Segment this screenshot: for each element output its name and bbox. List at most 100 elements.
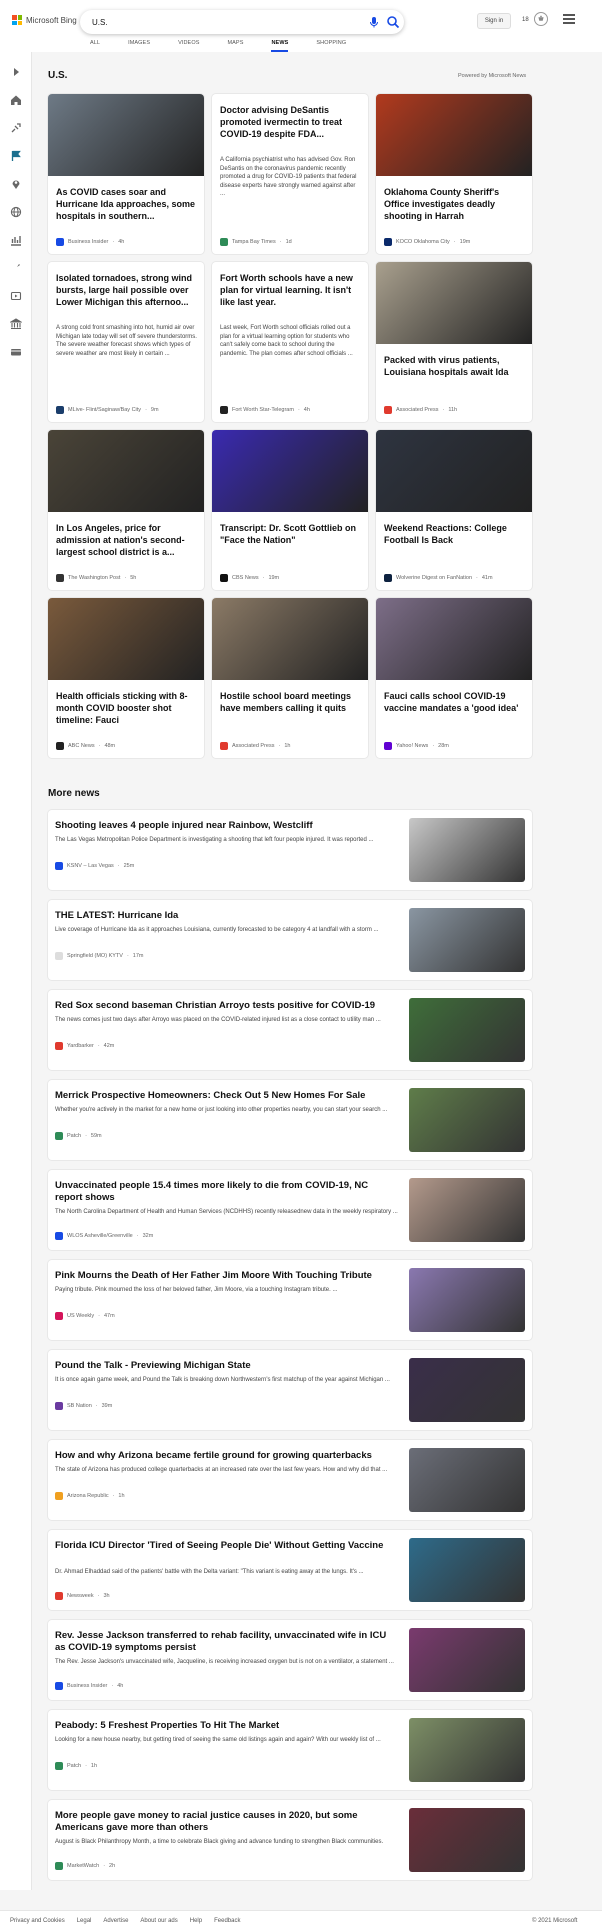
source-name[interactable]: SB Nation <box>67 1403 92 1409</box>
tab-news[interactable]: NEWS <box>271 40 289 52</box>
card-title[interactable]: Doctor advising DeSantis promoted iverme… <box>220 104 360 140</box>
sign-in-button[interactable]: Sign in <box>477 13 511 29</box>
more-news-thumbnail[interactable] <box>409 1628 525 1692</box>
source-name[interactable]: Patch <box>67 1133 81 1139</box>
politics-icon[interactable] <box>10 318 22 330</box>
tab-shopping[interactable]: SHOPPING <box>316 40 346 52</box>
more-news-item[interactable]: Pink Mourns the Death of Her Father Jim … <box>48 1260 532 1340</box>
news-card[interactable]: Fauci calls school COVID-19 vaccine mand… <box>376 598 532 758</box>
source-name[interactable]: MarketWatch <box>67 1863 99 1869</box>
more-news-item[interactable]: Peabody: 5 Freshest Properties To Hit Th… <box>48 1710 532 1790</box>
news-card[interactable]: Doctor advising DeSantis promoted iverme… <box>212 94 368 254</box>
source-name[interactable]: KOCO Oklahoma City <box>396 239 450 245</box>
more-news-thumbnail[interactable] <box>409 1808 525 1872</box>
more-news-title-text[interactable]: Pink Mourns the Death of Her Father Jim … <box>55 1270 395 1282</box>
tab-maps[interactable]: MAPS <box>227 40 243 52</box>
card-title[interactable]: Packed with virus patients, Louisiana ho… <box>384 354 524 378</box>
card-title[interactable]: Isolated tornadoes, strong wind bursts, … <box>56 272 196 308</box>
more-news-thumbnail[interactable] <box>409 1268 525 1332</box>
more-news-title-text[interactable]: Pound the Talk - Previewing Michigan Sta… <box>55 1360 395 1372</box>
more-news-item[interactable]: Red Sox second baseman Christian Arroyo … <box>48 990 532 1070</box>
source-name[interactable]: WLOS Asheville/Greenville <box>67 1233 133 1239</box>
more-news-thumbnail[interactable] <box>409 998 525 1062</box>
card-title[interactable]: Fort Worth schools have a new plan for v… <box>220 272 360 308</box>
more-news-item[interactable]: Unvaccinated people 15.4 times more like… <box>48 1170 532 1250</box>
more-news-thumbnail[interactable] <box>409 1358 525 1422</box>
more-news-item[interactable]: Florida ICU Director 'Tired of Seeing Pe… <box>48 1530 532 1610</box>
microphone-icon[interactable] <box>368 16 380 28</box>
source-name[interactable]: The Washington Post <box>68 575 120 581</box>
card-title[interactable]: Health officials sticking with 8-month C… <box>56 690 196 726</box>
money-icon[interactable] <box>10 346 22 358</box>
tab-all[interactable]: ALL <box>90 40 100 52</box>
card-title[interactable]: As COVID cases soar and Hurricane Ida ap… <box>56 186 196 222</box>
more-news-title-text[interactable]: Shooting leaves 4 people injured near Ra… <box>55 820 395 832</box>
source-name[interactable]: Fort Worth Star-Telegram <box>232 407 294 413</box>
rewards-icon[interactable] <box>534 12 548 26</box>
source-name[interactable]: Arizona Republic <box>67 1493 109 1499</box>
news-card[interactable]: Oklahoma County Sheriff's Office investi… <box>376 94 532 254</box>
more-news-title-text[interactable]: More people gave money to racial justice… <box>55 1810 395 1834</box>
card-title[interactable]: In Los Angeles, price for admission at n… <box>56 522 196 558</box>
footer-link-legal[interactable]: Legal <box>77 1918 92 1924</box>
footer-link-help[interactable]: Help <box>190 1918 202 1924</box>
news-card[interactable]: Isolated tornadoes, strong wind bursts, … <box>48 262 204 422</box>
card-title[interactable]: Oklahoma County Sheriff's Office investi… <box>384 186 524 222</box>
source-name[interactable]: CBS News <box>232 575 259 581</box>
flag-icon[interactable] <box>10 150 22 162</box>
source-name[interactable]: Yahoo! News <box>396 743 428 749</box>
discover-icon[interactable] <box>10 122 22 134</box>
more-news-item[interactable]: Pound the Talk - Previewing Michigan Sta… <box>48 1350 532 1430</box>
search-input[interactable] <box>92 15 332 29</box>
source-name[interactable]: US Weekly <box>67 1313 94 1319</box>
more-news-title-text[interactable]: Florida ICU Director 'Tired of Seeing Pe… <box>55 1540 395 1552</box>
tab-videos[interactable]: VIDEOS <box>178 40 199 52</box>
business-icon[interactable] <box>10 234 22 246</box>
home-icon[interactable] <box>10 94 22 106</box>
footer-link-privacy[interactable]: Privacy and Cookies <box>10 1918 65 1924</box>
expand-icon[interactable] <box>10 66 22 78</box>
more-news-thumbnail[interactable] <box>409 1178 525 1242</box>
card-title[interactable]: Fauci calls school COVID-19 vaccine mand… <box>384 690 524 714</box>
more-news-title-text[interactable]: Rev. Jesse Jackson transferred to rehab … <box>55 1630 395 1654</box>
news-card[interactable]: Fort Worth schools have a new plan for v… <box>212 262 368 422</box>
more-news-thumbnail[interactable] <box>409 1718 525 1782</box>
source-name[interactable]: KSNV – Las Vegas <box>67 863 114 869</box>
card-title[interactable]: Weekend Reactions: College Football Is B… <box>384 522 524 546</box>
source-name[interactable]: MLive- Flint/Saginaw/Bay City <box>68 407 141 413</box>
source-name[interactable]: Business Insider <box>68 239 108 245</box>
powered-by[interactable]: Powered by Microsoft News <box>458 73 526 79</box>
more-news-item[interactable]: More people gave money to racial justice… <box>48 1800 532 1880</box>
source-name[interactable]: Wolverine Digest on FanNation <box>396 575 472 581</box>
source-name[interactable]: Springfield (MO) KYTV <box>67 953 123 959</box>
more-news-item[interactable]: Merrick Prospective Homeowners: Check Ou… <box>48 1080 532 1160</box>
source-name[interactable]: Patch <box>67 1763 81 1769</box>
more-news-thumbnail[interactable] <box>409 1448 525 1512</box>
more-news-item[interactable]: How and why Arizona became fertile groun… <box>48 1440 532 1520</box>
news-card[interactable]: As COVID cases soar and Hurricane Ida ap… <box>48 94 204 254</box>
more-news-title-text[interactable]: How and why Arizona became fertile groun… <box>55 1450 395 1462</box>
source-name[interactable]: Tampa Bay Times <box>232 239 276 245</box>
card-title[interactable]: Hostile school board meetings have membe… <box>220 690 360 714</box>
more-news-item[interactable]: Rev. Jesse Jackson transferred to rehab … <box>48 1620 532 1700</box>
science-icon[interactable] <box>10 262 22 274</box>
more-news-thumbnail[interactable] <box>409 818 525 882</box>
source-name[interactable]: ABC News <box>68 743 95 749</box>
footer-link-advertise[interactable]: Advertise <box>103 1918 128 1924</box>
more-news-title-text[interactable]: Merrick Prospective Homeowners: Check Ou… <box>55 1090 395 1102</box>
source-name[interactable]: Associated Press <box>396 407 439 413</box>
more-news-thumbnail[interactable] <box>409 908 525 972</box>
footer-link-feedback[interactable]: Feedback <box>214 1918 240 1924</box>
news-card[interactable]: Weekend Reactions: College Football Is B… <box>376 430 532 590</box>
source-name[interactable]: Business Insider <box>67 1683 107 1689</box>
news-card[interactable]: Health officials sticking with 8-month C… <box>48 598 204 758</box>
bing-logo[interactable]: Microsoft Bing <box>12 15 77 25</box>
more-news-title-text[interactable]: Peabody: 5 Freshest Properties To Hit Th… <box>55 1720 395 1732</box>
more-news-title-text[interactable]: THE LATEST: Hurricane Ida <box>55 910 395 922</box>
more-news-title-text[interactable]: Unvaccinated people 15.4 times more like… <box>55 1180 395 1204</box>
world-icon[interactable] <box>10 206 22 218</box>
more-news-item[interactable]: Shooting leaves 4 people injured near Ra… <box>48 810 532 890</box>
card-title[interactable]: Transcript: Dr. Scott Gottlieb on "Face … <box>220 522 360 546</box>
more-news-thumbnail[interactable] <box>409 1538 525 1602</box>
hamburger-menu-icon[interactable] <box>563 14 575 24</box>
